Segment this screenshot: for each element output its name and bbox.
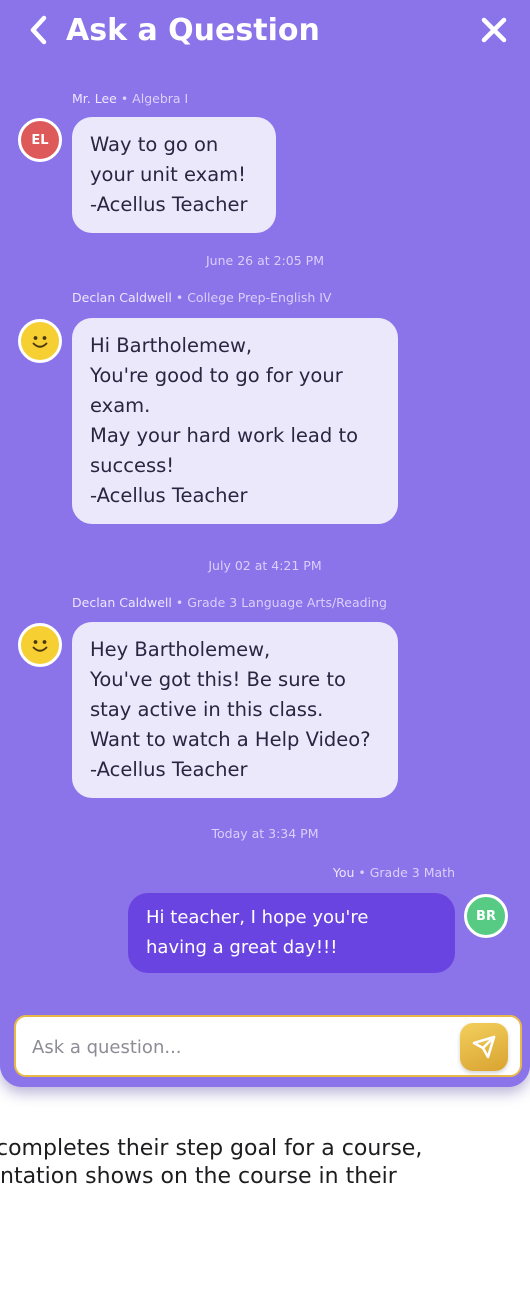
sender-course: • College Prep-English IV xyxy=(171,290,332,305)
sender-name: You xyxy=(332,865,355,880)
message-bubble: Way to go on your unit exam! -Acellus Te… xyxy=(72,117,276,233)
caption-line-cropped: ntation shows on the course in their xyxy=(0,1162,530,1192)
avatar xyxy=(18,623,62,667)
avatar-initials: BR xyxy=(476,908,496,924)
composer xyxy=(14,1015,522,1077)
message-line: Hi teacher, I hope you're xyxy=(146,907,369,928)
question-input[interactable] xyxy=(32,1027,432,1067)
sender-name: Declan Caldwell xyxy=(72,290,172,305)
send-icon xyxy=(472,1035,496,1059)
sender-course: • Algebra I xyxy=(116,91,189,106)
message-meta: Declan Caldwell • College Prep-English I… xyxy=(72,290,331,306)
close-icon xyxy=(481,17,507,43)
message-line: -Acellus Teacher xyxy=(90,193,248,216)
message-line: -Acellus Teacher xyxy=(90,758,248,781)
caption-line: completes their step goal for a course, xyxy=(0,1134,530,1164)
avatar: EL xyxy=(18,118,62,162)
message-line: stay active in this class. xyxy=(90,698,324,721)
message-line: You're good to go for your xyxy=(90,364,343,387)
send-button[interactable] xyxy=(460,1023,508,1071)
sender-name: Declan Caldwell xyxy=(72,595,172,610)
message-meta: Mr. Lee • Algebra I xyxy=(72,91,188,107)
message-line: having a great day!!! xyxy=(146,937,338,958)
timestamp: June 26 at 2:05 PM xyxy=(206,253,324,268)
message-line: Hey Bartholemew, xyxy=(90,638,271,661)
message-line: May your hard work lead to xyxy=(90,424,359,447)
sender-name: Mr. Lee xyxy=(72,91,117,106)
message-bubble: Hi Bartholemew, You're good to go for yo… xyxy=(72,318,398,524)
page-title: Ask a Question xyxy=(66,13,320,48)
message-line: -Acellus Teacher xyxy=(90,484,248,507)
smiley-face-icon xyxy=(32,336,48,348)
message-line: exam. xyxy=(90,394,151,417)
message-line: success! xyxy=(90,454,175,477)
caption-text: completes their step goal for a course, xyxy=(0,1136,423,1161)
smiley-face-icon xyxy=(32,640,48,652)
back-button[interactable] xyxy=(22,10,56,50)
close-button[interactable] xyxy=(474,10,514,50)
sender-course: • Grade 3 Language Arts/Reading xyxy=(171,595,387,610)
avatar: BR xyxy=(464,894,508,938)
ask-question-panel: Ask a Question Mr. Lee • Algebra I EL Wa… xyxy=(0,0,530,1087)
chevron-left-icon xyxy=(30,15,47,45)
avatar xyxy=(18,319,62,363)
avatar-initials: EL xyxy=(31,132,49,148)
timestamp: July 02 at 4:21 PM xyxy=(208,558,322,573)
message-line: You've got this! Be sure to xyxy=(90,668,346,691)
message-line: Hi Bartholemew, xyxy=(90,334,253,357)
message-line: Want to watch a Help Video? xyxy=(90,728,371,751)
composer-bar xyxy=(0,997,530,1087)
message-line: your unit exam! xyxy=(90,163,246,186)
message-line: Way to go on xyxy=(90,133,219,156)
timestamp: Today at 3:34 PM xyxy=(211,826,319,841)
message-meta: You • Grade 3 Math xyxy=(333,865,455,881)
message-bubble: Hey Bartholemew, You've got this! Be sur… xyxy=(72,622,398,798)
my-message-bubble: Hi teacher, I hope you're having a great… xyxy=(128,893,455,973)
message-meta: Declan Caldwell • Grade 3 Language Arts/… xyxy=(72,595,387,611)
header: Ask a Question xyxy=(0,0,530,64)
sender-course: • Grade 3 Math xyxy=(354,865,455,880)
caption-text: ntation shows on the course in their xyxy=(0,1164,397,1189)
